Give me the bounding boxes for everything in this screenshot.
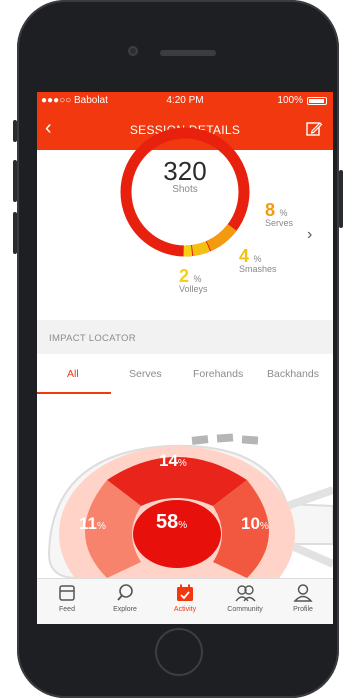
impact-center-label: 58% xyxy=(156,511,187,534)
screen: ●●●○○ Babolat 4:20 PM 100% ‹ SESSION DET… xyxy=(37,92,333,624)
volleys-value: 2 xyxy=(179,266,190,286)
volleys-unit: % xyxy=(193,274,202,284)
impact-top-unit: % xyxy=(177,458,187,469)
impact-left-value: 11 xyxy=(79,514,97,533)
tabbar-item-community[interactable]: Community xyxy=(217,583,273,613)
chevron-right-icon[interactable]: › xyxy=(307,226,312,244)
volume-up-button xyxy=(13,160,17,202)
impact-top-label: 14% xyxy=(159,451,187,471)
earpiece-speaker xyxy=(160,50,216,56)
total-shots-value: 320 xyxy=(163,156,207,186)
calendar-icon xyxy=(177,584,193,601)
tabbar-item-profile[interactable]: Profile xyxy=(275,583,331,613)
edit-icon[interactable] xyxy=(305,120,323,138)
tab-forehands[interactable]: Forehands xyxy=(193,368,243,380)
section-title: IMPACT LOCATOR xyxy=(49,333,136,344)
total-shots-label: Shots xyxy=(172,184,198,195)
shot-summary: 320 Shots 8 % Serves › 4 % Smashes 2 % V… xyxy=(37,127,333,320)
impact-center-unit: % xyxy=(178,520,188,531)
search-icon xyxy=(117,584,133,601)
power-button xyxy=(339,170,343,228)
tabbar-label: Feed xyxy=(59,606,75,613)
serves-stat[interactable]: 8 % Serves xyxy=(265,200,293,228)
community-icon xyxy=(235,585,256,602)
tabbar-item-explore[interactable]: Explore xyxy=(97,583,153,613)
impact-right-unit: % xyxy=(259,521,269,532)
impact-center-value: 58 xyxy=(156,511,179,533)
impact-right-label: 10% xyxy=(241,514,269,534)
shot-type-tabs: All Serves Forehands Backhands xyxy=(37,354,333,394)
tabbar-label: Activity xyxy=(173,606,197,613)
impact-right-value: 10 xyxy=(241,514,260,533)
profile-icon xyxy=(293,584,313,602)
status-bar: ●●●○○ Babolat 4:20 PM 100% xyxy=(37,92,333,110)
smashes-stat: 4 % Smashes xyxy=(239,246,277,274)
impact-left-unit: % xyxy=(96,521,106,532)
home-button[interactable] xyxy=(155,628,203,676)
serves-value: 8 xyxy=(265,200,276,220)
volleys-stat: 2 % Volleys xyxy=(179,266,208,294)
tab-serves[interactable]: Serves xyxy=(129,368,162,380)
impact-locator-header: IMPACT LOCATOR xyxy=(37,320,333,354)
battery-percent: 100% xyxy=(277,95,303,106)
battery-icon xyxy=(307,97,327,105)
smashes-label: Smashes xyxy=(239,264,277,274)
impact-left-label: 11% xyxy=(79,514,106,534)
serves-label: Serves xyxy=(265,218,294,228)
serves-unit: % xyxy=(279,208,288,218)
string-marker xyxy=(241,435,259,445)
string-marker xyxy=(216,433,234,443)
tabbar-label: Explore xyxy=(113,606,137,613)
tab-backhands[interactable]: Backhands xyxy=(267,368,319,380)
bottom-tab-bar: Feed Explore Activity Community Profile xyxy=(37,578,333,624)
volleys-label: Volleys xyxy=(179,284,208,294)
racket-head-diagram xyxy=(47,433,333,578)
tabbar-label: Community xyxy=(227,606,263,613)
smashes-unit: % xyxy=(253,254,262,264)
tab-all[interactable]: All xyxy=(67,368,79,380)
string-marker xyxy=(191,435,209,445)
feed-icon xyxy=(59,585,75,601)
tabbar-item-feed[interactable]: Feed xyxy=(39,583,95,613)
volume-down-button xyxy=(13,212,17,254)
impact-top-value: 14 xyxy=(159,451,178,470)
camera xyxy=(128,46,138,56)
impact-locator-chart: 14% 11% 58% 10% xyxy=(37,394,333,578)
tabbar-item-activity[interactable]: Activity xyxy=(157,583,213,613)
smashes-value: 4 xyxy=(239,246,250,266)
tabbar-label: Profile xyxy=(293,606,313,613)
mute-switch xyxy=(13,120,17,142)
